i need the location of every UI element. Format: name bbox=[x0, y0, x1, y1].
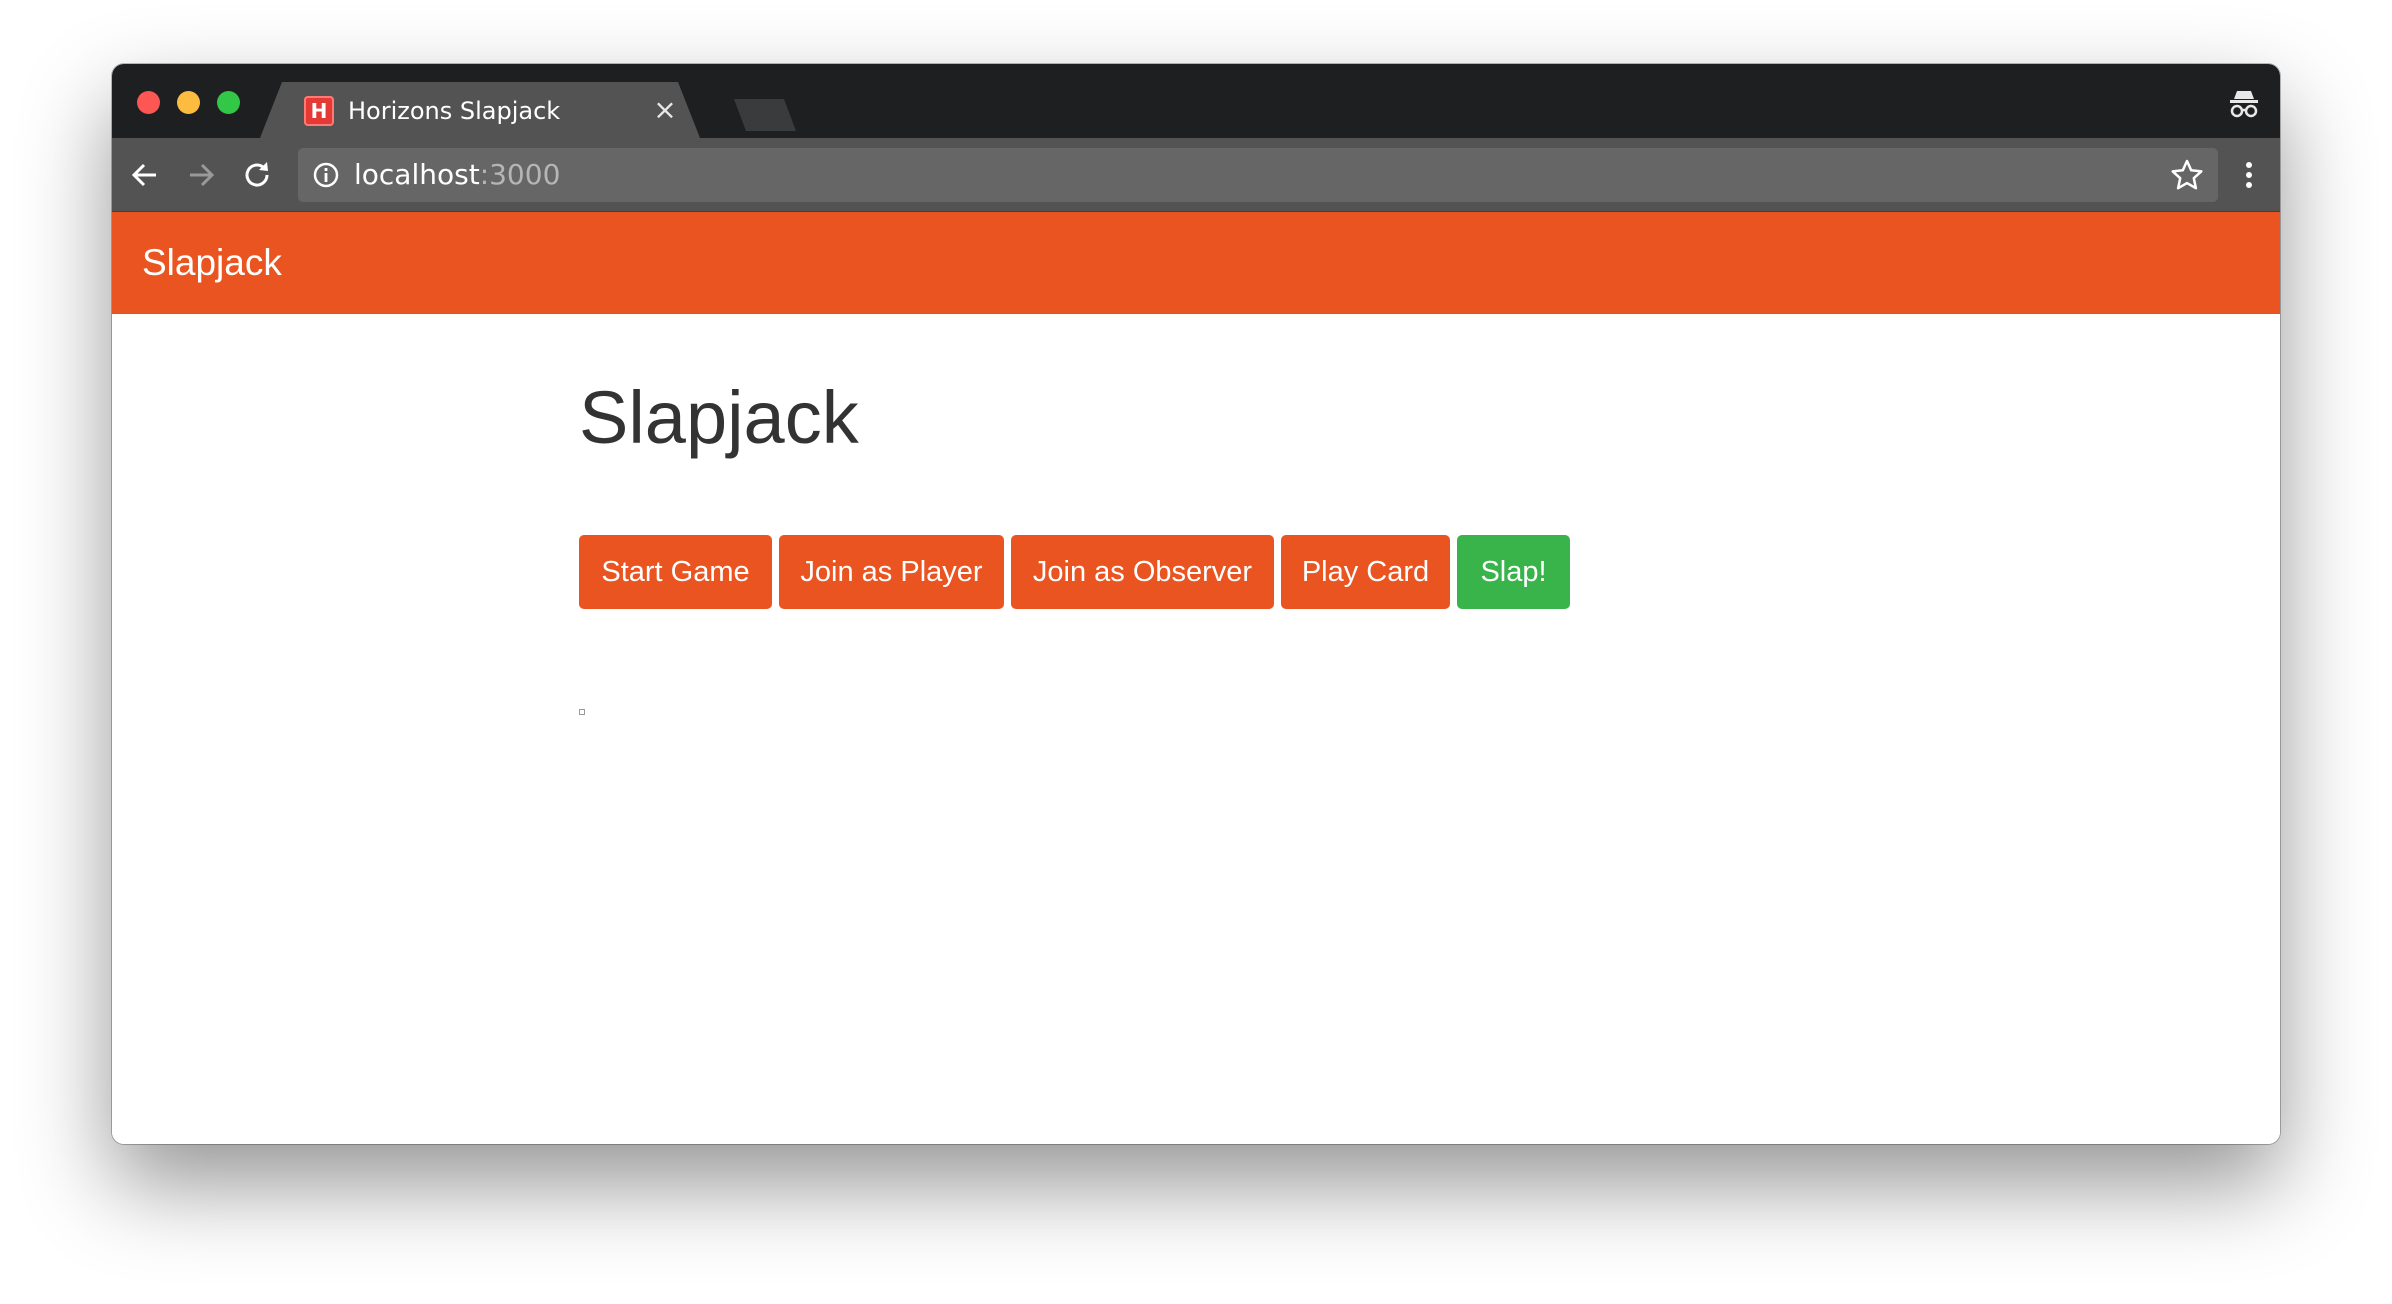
url-host: localhost bbox=[354, 158, 480, 191]
browser-tab-active[interactable]: H Horizons Slapjack × bbox=[260, 82, 700, 138]
join-as-observer-button[interactable]: Join as Observer bbox=[1011, 535, 1274, 609]
play-card-button[interactable]: Play Card bbox=[1281, 535, 1450, 609]
new-tab-button[interactable] bbox=[734, 99, 796, 131]
start-game-button[interactable]: Start Game bbox=[579, 535, 772, 609]
reload-icon[interactable] bbox=[238, 156, 276, 194]
app-navbar: Slapjack bbox=[112, 212, 2280, 314]
page-title: Slapjack bbox=[579, 376, 859, 459]
url-text[interactable]: localhost:3000 bbox=[354, 160, 560, 190]
window-minimize-button[interactable] bbox=[177, 91, 200, 114]
browser-titlebar: H Horizons Slapjack × bbox=[112, 64, 2280, 138]
star-icon[interactable] bbox=[2170, 158, 2204, 192]
close-icon[interactable]: × bbox=[650, 95, 680, 125]
slap-button[interactable]: Slap! bbox=[1457, 535, 1570, 609]
tab-title: Horizons Slapjack bbox=[348, 97, 561, 125]
browser-toolbar: localhost:3000 bbox=[112, 138, 2280, 212]
page-content: Slapjack Slapjack Start Game Join as Pla… bbox=[112, 212, 2280, 1144]
url-port: :3000 bbox=[479, 158, 561, 191]
info-icon[interactable] bbox=[312, 161, 340, 189]
browser-window: H Horizons Slapjack × localhost:3000 Sla… bbox=[112, 64, 2280, 1144]
horizons-favicon-icon: H bbox=[304, 96, 334, 126]
navbar-brand[interactable]: Slapjack bbox=[142, 242, 282, 284]
kebab-menu-icon[interactable] bbox=[2230, 156, 2268, 194]
broken-image-placeholder bbox=[579, 709, 585, 715]
address-bar[interactable]: localhost:3000 bbox=[298, 148, 2218, 202]
forward-arrow-icon[interactable] bbox=[182, 156, 220, 194]
join-as-player-button[interactable]: Join as Player bbox=[779, 535, 1004, 609]
window-maximize-button[interactable] bbox=[217, 91, 240, 114]
back-arrow-icon[interactable] bbox=[126, 156, 164, 194]
window-close-button[interactable] bbox=[137, 91, 160, 114]
incognito-icon bbox=[2230, 91, 2258, 118]
